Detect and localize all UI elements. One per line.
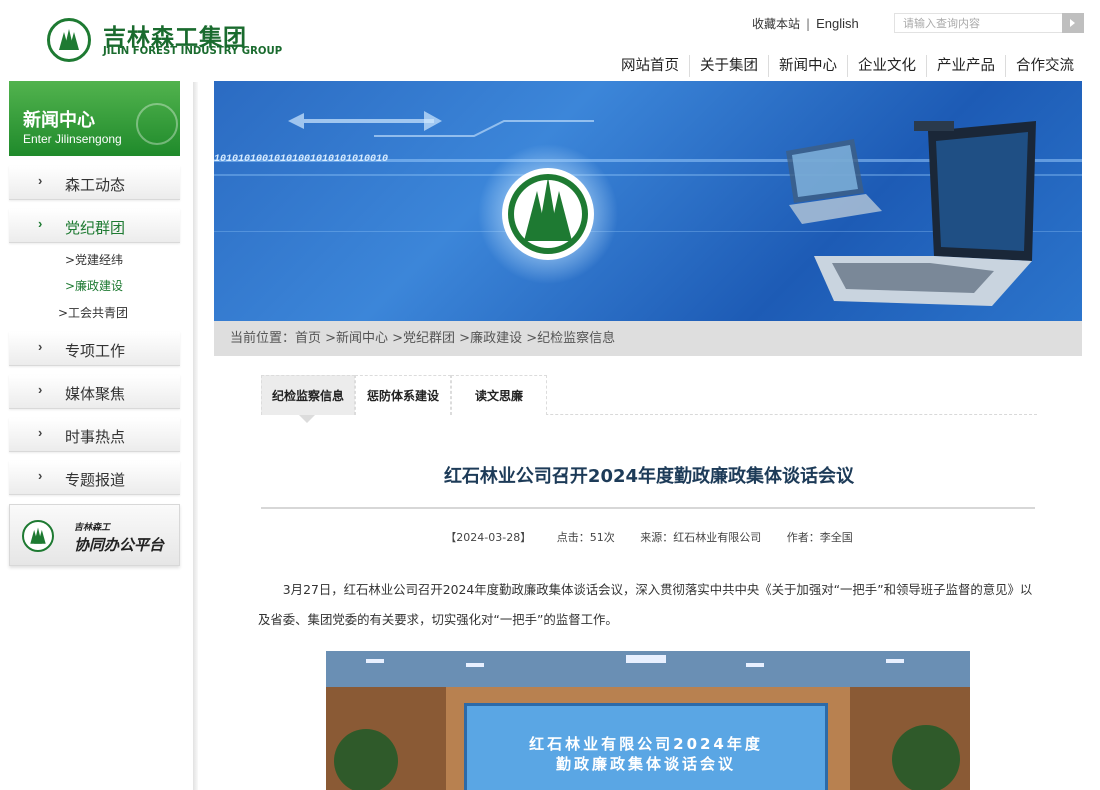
chevron-right-icon: › [38, 468, 43, 483]
article-meta: 【2024-03-28】 点击：51次 来源：红石林业有限公司 作者：李全国 [261, 529, 1037, 545]
sidebar-item-label: 党纪群团 [65, 219, 126, 237]
search-button[interactable] [1062, 13, 1084, 33]
article-paragraph: 3月27日，红石林业公司召开2024年度勤政廉政集体谈话会议，深入贯彻落实中共中… [258, 582, 1033, 627]
chevron-right-icon: › [38, 425, 43, 440]
utility-links: 收藏本站 | English [752, 15, 859, 32]
banner-binary-text: 10101010010101001010101010010 [214, 154, 388, 165]
tab-reading-integrity[interactable]: 读文思廉 [451, 375, 547, 415]
nav-home[interactable]: 网站首页 [611, 55, 689, 77]
tab-prevention-system[interactable]: 惩防体系建设 [355, 375, 451, 415]
util-separator: | [806, 17, 811, 31]
nav-news[interactable]: 新闻中心 [768, 55, 847, 77]
oa-label: 协同办公平台 [74, 536, 165, 554]
bookmark-link[interactable]: 收藏本站 [752, 17, 800, 31]
sidebar-item-label: 时事热点 [65, 428, 126, 446]
article-author: 作者：李全国 [786, 531, 853, 544]
sidebar-header: 新闻中心 Enter Jilinsengong [9, 81, 180, 156]
chevron-right-icon: › [38, 339, 43, 354]
oa-brand: 吉林森工 [74, 523, 111, 533]
sidebar-subitem-party-building[interactable]: >党建经纬 [65, 251, 123, 268]
nav-products[interactable]: 产业产品 [926, 55, 1005, 77]
chevron-right-icon: › [38, 216, 43, 231]
article-clicks: 点击：51次 [556, 531, 615, 544]
meeting-screen: 红石林业有限公司2024年度 勤政廉政集体谈话会议 [464, 703, 828, 790]
oa-platform-button[interactable]: 吉林森工 协同办公平台 [9, 504, 180, 566]
main-nav: 网站首页 关于集团 新闻中心 企业文化 产业产品 合作交流 [611, 55, 1084, 77]
sidebar-subtitle: Enter Jilinsengong [23, 132, 122, 146]
nav-cooperation[interactable]: 合作交流 [1005, 55, 1084, 77]
sidebar-title: 新闻中心 [23, 110, 95, 131]
article-source: 来源：红石林业有限公司 [640, 531, 762, 544]
breadcrumb: 当前位置：首页 >新闻中心 >党纪群团 >廉政建设 >纪检监察信息 [214, 321, 1082, 356]
sidebar-subitem-integrity[interactable]: >廉政建设 [65, 277, 123, 294]
sidebar-divider [193, 82, 198, 790]
nav-about[interactable]: 关于集团 [689, 55, 768, 77]
chevron-right-icon: › [38, 173, 43, 188]
article-photo: 红石林业有限公司2024年度 勤政廉政集体谈话会议 [326, 651, 970, 790]
sidebar-item-special-work[interactable]: › 专项工作 [9, 332, 180, 366]
sidebar-item-news[interactable]: › 森工动态 [9, 166, 180, 200]
sidebar-item-label: 专题报道 [65, 471, 126, 489]
tab-pointer-icon [299, 415, 315, 423]
sidebar-item-label: 森工动态 [65, 176, 126, 194]
sidebar-item-party[interactable]: › 党纪群团 [9, 209, 180, 243]
tab-inspection-info[interactable]: 纪检监察信息 [261, 375, 355, 415]
logo-icon[interactable] [47, 18, 91, 62]
screen-line-2: 勤政廉政集体谈话会议 [555, 755, 736, 773]
sidebar-item-hot-topics[interactable]: › 时事热点 [9, 418, 180, 452]
play-arrow-icon [1070, 19, 1075, 27]
logo-icon [22, 520, 54, 552]
english-link[interactable]: English [816, 16, 859, 31]
sidebar-item-media[interactable]: › 媒体聚焦 [9, 375, 180, 409]
tab-bar: 纪检监察信息 惩防体系建设 读文思廉 [261, 375, 1037, 415]
chevron-right-icon: › [38, 382, 43, 397]
article-date: 【2024-03-28】 [445, 531, 532, 544]
banner-image: 10101010010101001010101010010 [214, 81, 1082, 321]
sidebar-item-label: 媒体聚焦 [65, 385, 126, 403]
sidebar-item-label: 专项工作 [65, 342, 126, 360]
article-title: 红石林业公司召开2024年度勤政廉政集体谈话会议 [443, 466, 855, 487]
nav-culture[interactable]: 企业文化 [847, 55, 926, 77]
screen-line-1: 红石林业有限公司2024年度 [529, 735, 763, 753]
watermark-logo-icon [136, 103, 178, 145]
title-divider [261, 507, 1035, 509]
sidebar-subitem-union[interactable]: >工会共青团 [58, 304, 128, 321]
search-box [894, 13, 1084, 33]
search-input[interactable] [894, 13, 1062, 33]
logo-subtitle: JILIN FOREST INDUSTRY GROUP [103, 44, 283, 57]
sidebar-item-features[interactable]: › 专题报道 [9, 461, 180, 495]
